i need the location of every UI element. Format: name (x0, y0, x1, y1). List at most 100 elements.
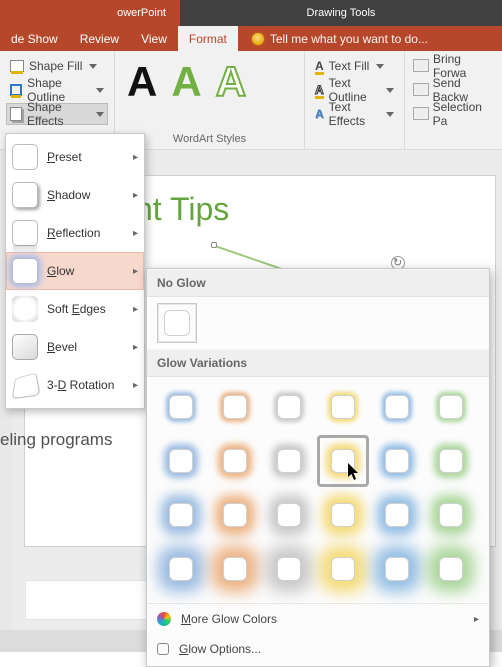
wordart-style-1[interactable]: A (127, 61, 157, 103)
glow-swatch-r2-c0[interactable] (157, 491, 205, 539)
wordart-group-label: WordArt Styles (121, 131, 298, 147)
slide-title: nt Tips (135, 191, 229, 228)
shape-effects[interactable]: Shape Effects (6, 103, 108, 125)
bulb-icon (252, 33, 264, 45)
effects-bevel[interactable]: Bevel ▸ (6, 328, 144, 366)
shape-fill-icon (10, 60, 24, 72)
glow-variations-header: Glow Variations (147, 349, 489, 377)
glow-swatch-r0-c0[interactable] (157, 383, 205, 431)
glow-swatch-r3-c0[interactable] (157, 545, 205, 593)
tab-view[interactable]: View (130, 26, 178, 51)
glow-swatch-r2-c2[interactable] (265, 491, 313, 539)
chevron-down-icon (386, 112, 394, 117)
preset-icon (12, 144, 38, 170)
soft-edges-icon (12, 296, 38, 322)
glow-swatch-r2-c1[interactable] (211, 491, 259, 539)
chevron-right-icon: ▸ (133, 228, 138, 239)
selection-pane[interactable]: Selection Pa (411, 103, 496, 125)
glow-swatch-r1-c0[interactable] (157, 437, 205, 485)
title-context-tab: Drawing Tools (180, 0, 502, 26)
ribbon-tabs: de Show Review View Format Tell me what … (0, 26, 502, 51)
more-glow-colors-label: More Glow Colors (181, 612, 277, 626)
slide-body-text: eling programs (0, 430, 112, 450)
text-outline[interactable]: A Text Outline (311, 79, 398, 101)
reflection-icon (12, 220, 38, 246)
text-fill[interactable]: A Text Fill (311, 55, 398, 77)
glow-swatch-r3-c1[interactable] (211, 545, 259, 593)
chevron-right-icon: ▸ (133, 152, 138, 163)
send-backward[interactable]: Send Backw (411, 79, 496, 101)
tab-review[interactable]: Review (69, 26, 130, 51)
more-glow-colors[interactable]: More Glow Colors ▸ (147, 604, 489, 634)
glow-swatch-r0-c3[interactable] (319, 383, 367, 431)
glow-options[interactable]: Glow Options... (147, 634, 489, 664)
group-label (411, 143, 496, 147)
chevron-right-icon: ▸ (474, 614, 479, 625)
wordart-style-3[interactable]: A (216, 61, 246, 103)
glow-swatch-r3-c4[interactable] (373, 545, 421, 593)
no-glow-header: No Glow (147, 269, 489, 297)
glow-swatch-r3-c3[interactable] (319, 545, 367, 593)
glow-swatch-r1-c1[interactable] (211, 437, 259, 485)
chevron-down-icon (89, 64, 97, 69)
effects-glow[interactable]: Glow ▸ (6, 252, 144, 290)
text-effects-icon: A (315, 107, 324, 121)
glow-swatch-r3-c2[interactable] (265, 545, 313, 593)
glow-grid (147, 377, 489, 603)
bring-forward[interactable]: Bring Forwa (411, 55, 496, 77)
shape-effects-menu: Preset ▸ Shadow ▸ Reflection ▸ Glow ▸ So… (5, 133, 145, 409)
shadow-icon (12, 182, 38, 208)
bevel-icon (12, 334, 38, 360)
chevron-right-icon: ▸ (133, 190, 138, 201)
chevron-right-icon: ▸ (133, 266, 138, 277)
effects-reflection[interactable]: Reflection ▸ (6, 214, 144, 252)
title-app: owerPoint (0, 0, 180, 26)
glow-options-label: Glow Options... (179, 642, 261, 656)
group-label (311, 143, 398, 147)
wordart-style-2[interactable]: A (171, 61, 201, 103)
text-outline-icon: A (315, 84, 324, 96)
shape-outline-icon (10, 84, 22, 96)
selection-pane-label: Selection Pa (433, 100, 492, 128)
glow-submenu: No Glow Glow Variations More Glow Colors… (146, 268, 490, 667)
glow-swatch-r2-c5[interactable] (427, 491, 475, 539)
text-fill-label: Text Fill (329, 59, 370, 73)
glow-swatch-r1-c5[interactable] (427, 437, 475, 485)
glow-swatch-r0-c5[interactable] (427, 383, 475, 431)
effects-preset[interactable]: Preset ▸ (6, 138, 144, 176)
wordart-gallery[interactable]: A A A (121, 55, 298, 103)
glow-swatch-r1-c3[interactable] (319, 437, 367, 485)
shape-fill[interactable]: Shape Fill (6, 55, 108, 77)
effects-3d-rotation[interactable]: 3-D Rotation ▸ (6, 366, 144, 404)
chevron-right-icon: ▸ (133, 380, 138, 391)
shape-effects-label: Shape Effects (27, 100, 89, 128)
no-glow-icon (164, 310, 190, 336)
glow-swatch-r0-c4[interactable] (373, 383, 421, 431)
glow-swatch-r0-c2[interactable] (265, 383, 313, 431)
shape-fill-label: Shape Fill (29, 59, 82, 73)
tab-format[interactable]: Format (178, 26, 238, 51)
text-effects[interactable]: A Text Effects (311, 103, 398, 125)
glow-swatch-r1-c4[interactable] (373, 437, 421, 485)
glow-swatch-r3-c5[interactable] (427, 545, 475, 593)
text-effects-label: Text Effects (329, 100, 379, 128)
send-backward-icon (415, 85, 428, 96)
effects-soft-edges[interactable]: Soft Edges ▸ (6, 290, 144, 328)
glow-swatch-r0-c1[interactable] (211, 383, 259, 431)
tell-me[interactable]: Tell me what you want to do... (238, 32, 428, 46)
shape-outline[interactable]: Shape Outline (6, 79, 108, 101)
glow-options-icon (157, 643, 169, 655)
glow-icon (12, 258, 38, 284)
tab-slideshow[interactable]: de Show (0, 26, 69, 51)
color-wheel-icon (157, 612, 171, 626)
glow-swatch-r2-c4[interactable] (373, 491, 421, 539)
chevron-right-icon: ▸ (133, 342, 138, 353)
glow-none[interactable] (157, 303, 197, 343)
tell-me-label: Tell me what you want to do... (270, 32, 428, 46)
glow-swatch-r2-c3[interactable] (319, 491, 367, 539)
chevron-down-icon (96, 88, 104, 93)
chevron-down-icon (96, 112, 104, 117)
effects-shadow[interactable]: Shadow ▸ (6, 176, 144, 214)
selection-pane-icon (415, 109, 428, 120)
glow-swatch-r1-c2[interactable] (265, 437, 313, 485)
